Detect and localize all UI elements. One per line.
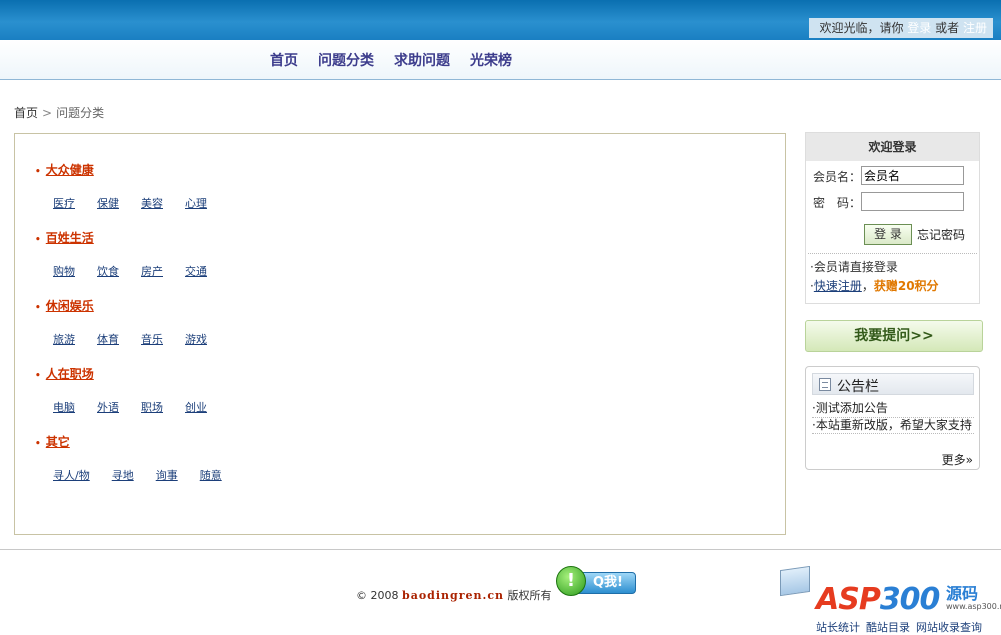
subcategory-link[interactable]: 心理 <box>185 195 207 211</box>
notice-item[interactable]: ·测试添加公告 <box>812 400 974 418</box>
subcategory-link[interactable]: 医疗 <box>53 195 75 211</box>
ask-question-button[interactable]: 我要提问>> <box>805 320 983 352</box>
quick-register-link[interactable]: 快速注册 <box>814 279 862 293</box>
or-text: 或者 <box>935 21 960 35</box>
notice-board: 公告栏 ·测试添加公告 ·本站重新改版，希望大家支持 更多» <box>805 366 980 470</box>
welcome-bar: 欢迎光临，请你 登录 或者 注册 <box>809 18 993 38</box>
notice-header: 公告栏 <box>812 373 974 395</box>
watermark-link[interactable]: 酷站目录 <box>866 621 910 634</box>
category-group: 大众健康 医疗 保健 美容 心理 <box>35 161 207 210</box>
register-link[interactable]: 注册 <box>963 21 987 35</box>
main-nav: 首页 问题分类 求助问题 光荣榜 <box>0 40 1001 80</box>
footer-divider <box>0 549 1001 550</box>
watermark-links: 站长统计 酷站目录 网站收录查询 <box>816 619 988 635</box>
divider <box>808 253 977 254</box>
login-link[interactable]: 登录 <box>907 21 931 35</box>
subcategory-link[interactable]: 游戏 <box>185 331 207 347</box>
logo-domain: www.asp300.net <box>946 602 1001 611</box>
nav-home[interactable]: 首页 <box>270 50 298 70</box>
bonus-text: 获赠20积分 <box>873 279 939 293</box>
pencil-icon <box>780 566 810 597</box>
category-group: 休闲娱乐 旅游 体育 音乐 游戏 <box>35 297 207 346</box>
qq-contact-button[interactable]: Q我! ! <box>556 566 638 598</box>
watermark-link[interactable]: 网站收录查询 <box>916 621 982 634</box>
login-title: 欢迎登录 <box>806 133 979 161</box>
password-label: 密 码： <box>813 196 862 210</box>
logo-ym-text: 源码 <box>946 584 979 603</box>
nav-help-questions[interactable]: 求助问题 <box>394 50 450 70</box>
password-row: 密 码： <box>813 192 964 211</box>
notice-title: 公告栏 <box>837 379 879 395</box>
category-title[interactable]: 百姓生活 <box>35 231 94 245</box>
breadcrumb-separator: > <box>42 106 53 120</box>
subcategory-link[interactable]: 音乐 <box>141 331 163 347</box>
breadcrumb: 首页 > 问题分类 <box>14 104 104 121</box>
nav-honor-board[interactable]: 光荣榜 <box>470 50 512 70</box>
subcategory-link[interactable]: 随意 <box>200 467 222 483</box>
subcategory-link[interactable]: 旅游 <box>53 331 75 347</box>
subcategory-link[interactable]: 购物 <box>53 263 75 279</box>
password-input[interactable] <box>861 192 964 211</box>
subcategory-link[interactable]: 询事 <box>156 467 178 483</box>
subcategory-link[interactable]: 外语 <box>97 399 119 415</box>
notice-item[interactable]: ·本站重新改版，希望大家支持 <box>812 417 974 434</box>
asp300-watermark: ASP300 源码 www.asp300.net 站长统计酷站目录网站收录查询 <box>780 566 1001 635</box>
category-group: 其它 寻人/物 寻地 询事 随意 <box>35 433 222 482</box>
subcategory-link[interactable]: 房产 <box>141 263 163 279</box>
subcategory-link[interactable]: 电脑 <box>53 399 75 415</box>
subcategory-link[interactable]: 饮食 <box>97 263 119 279</box>
nav-categories[interactable]: 问题分类 <box>318 50 374 70</box>
subcategory-link[interactable]: 职场 <box>141 399 163 415</box>
welcome-text: 欢迎光临，请你 <box>819 21 904 35</box>
quick-register-row: ·快速注册，获赠20积分 <box>810 279 939 293</box>
subcategory-link[interactable]: 交通 <box>185 263 207 279</box>
more-link[interactable]: 更多» <box>942 451 973 468</box>
login-button[interactable]: 登 录 <box>864 224 912 245</box>
category-group: 百姓生活 购物 饮食 房产 交通 <box>35 229 207 278</box>
watermark-link[interactable]: 站长统计 <box>816 621 860 634</box>
category-group: 人在职场 电脑 外语 职场 创业 <box>35 365 207 414</box>
subcategory-link[interactable]: 寻地 <box>112 467 134 483</box>
asp300-logo: ASP300 <box>816 582 940 617</box>
subcategory-link[interactable]: 保健 <box>97 195 119 211</box>
category-title[interactable]: 其它 <box>35 435 70 449</box>
top-banner: 欢迎光临，请你 登录 或者 注册 <box>0 0 1001 40</box>
username-label: 会员名： <box>813 170 862 184</box>
login-panel: 欢迎登录 会员名： 密 码： 登 录 忘记密码 ·会员请直接登录 ·快速注册，获… <box>805 132 980 304</box>
exclamation-icon: ! <box>556 566 586 596</box>
subcategory-link[interactable]: 体育 <box>97 331 119 347</box>
username-row: 会员名： <box>813 166 964 185</box>
direct-login-hint: ·会员请直接登录 <box>810 260 898 274</box>
notepad-icon <box>819 378 831 391</box>
category-title[interactable]: 大众健康 <box>35 163 94 177</box>
category-title[interactable]: 人在职场 <box>35 367 94 381</box>
category-title[interactable]: 休闲娱乐 <box>35 299 94 313</box>
subcategory-link[interactable]: 美容 <box>141 195 163 211</box>
forgot-password-link[interactable]: 忘记密码 <box>917 226 965 243</box>
copyright-suffix: 版权所有 <box>507 589 552 602</box>
site-name: baodingren.cn <box>402 589 505 602</box>
breadcrumb-current: 问题分类 <box>56 106 105 120</box>
copyright: © 2008 baodingren.cn 版权所有 <box>356 587 552 603</box>
subcategory-link[interactable]: 创业 <box>185 399 207 415</box>
subcategory-link[interactable]: 寻人/物 <box>53 467 90 483</box>
breadcrumb-home[interactable]: 首页 <box>14 106 38 120</box>
category-panel: 大众健康 医疗 保健 美容 心理 百姓生活 购物 饮食 房产 交通 休闲娱乐 旅游 体育 音乐 游… <box>14 133 786 535</box>
username-input[interactable] <box>861 166 964 185</box>
copyright-prefix: © 2008 <box>356 589 399 602</box>
